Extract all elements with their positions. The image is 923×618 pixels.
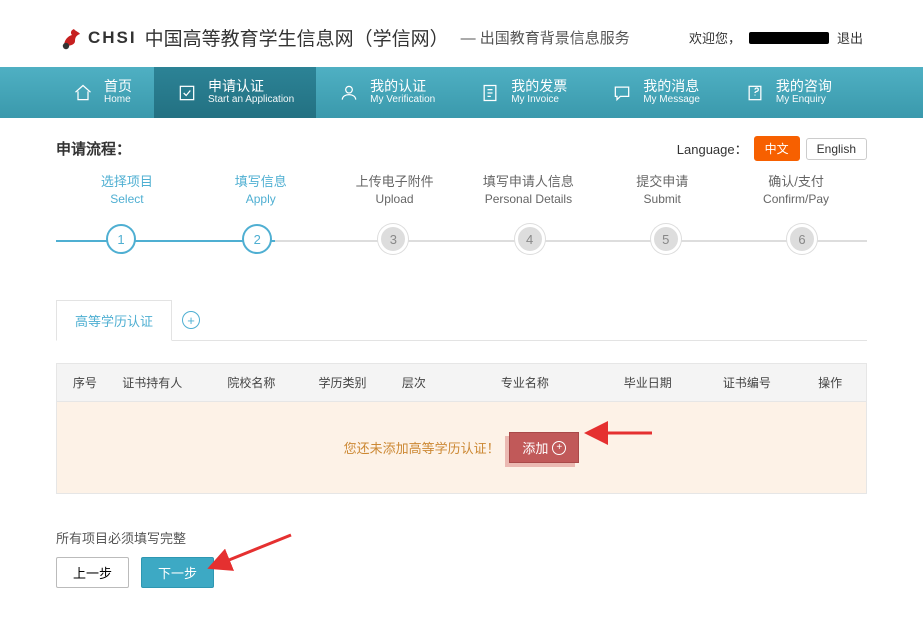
message-icon	[611, 82, 633, 104]
col-school: 院校名称	[200, 374, 303, 391]
step-3: 上传电子附件Upload	[328, 171, 462, 206]
flow-title: 申请流程：	[56, 138, 131, 159]
step-circle-3: 3	[378, 224, 408, 254]
bird-icon	[60, 26, 84, 50]
col-index: 序号	[65, 374, 105, 391]
table-body: 您还未添加高等学历认证！ 添加 +	[56, 402, 867, 494]
table-header: 序号 证书持有人 院校名称 学历类别 层次 专业名称 毕业日期 证书编号 操作	[56, 363, 867, 402]
nav-verification[interactable]: 我的认证My Verification	[316, 67, 457, 118]
col-graddate: 毕业日期	[604, 374, 691, 391]
step-circle-2: 2	[242, 224, 272, 254]
step-circle-1: 1	[106, 224, 136, 254]
col-certno: 证书编号	[691, 374, 802, 391]
invoice-icon	[479, 82, 501, 104]
col-level: 层次	[382, 374, 445, 391]
logo-text: CHSI	[88, 28, 137, 48]
col-holder: 证书持有人	[105, 374, 200, 391]
col-action: 操作	[802, 374, 858, 391]
nav-invoice[interactable]: 我的发票My Invoice	[457, 67, 589, 118]
step-circle-6: 6	[787, 224, 817, 254]
site-title: 中国高等教育学生信息网（学信网）	[145, 24, 449, 51]
tab-add-button[interactable]: +	[182, 311, 200, 329]
step-6: 确认/支付Confirm/Pay	[729, 171, 863, 206]
username-masked	[749, 32, 829, 44]
arrow-annotation-1	[597, 418, 657, 451]
home-icon	[72, 82, 94, 104]
add-record-button[interactable]: 添加 +	[509, 432, 579, 463]
verification-icon	[338, 82, 360, 104]
apply-icon	[176, 82, 198, 104]
lang-btn-en[interactable]: English	[806, 138, 867, 160]
nav-home[interactable]: 首页Home	[50, 67, 154, 118]
next-button[interactable]: 下一步	[141, 557, 214, 588]
nav-apply[interactable]: 申请认证Start an Application	[154, 67, 316, 118]
step-circle-4: 4	[515, 224, 545, 254]
logout-link[interactable]: 退出	[837, 28, 863, 47]
nav-message[interactable]: 我的消息My Message	[589, 67, 722, 118]
form-hint: 所有项目必须填写完整	[56, 528, 867, 547]
site-subtitle: — 出国教育背景信息服务	[461, 27, 630, 48]
welcome-text: 欢迎您，	[689, 28, 741, 47]
step-2: 填写信息Apply	[194, 171, 328, 206]
nav-enquiry[interactable]: 我的咨询My Enquiry	[722, 67, 854, 118]
empty-message: 您还未添加高等学历认证！	[344, 441, 500, 456]
step-circle-5: 5	[651, 224, 681, 254]
step-1: 选择项目Select	[60, 171, 194, 206]
plus-icon: +	[552, 441, 566, 455]
main-nav: 首页Home 申请认证Start an Application 我的认证My V…	[0, 67, 923, 118]
language-label: Language：	[677, 139, 748, 158]
step-5: 提交申请Submit	[595, 171, 729, 206]
site-logo[interactable]: CHSI	[60, 26, 137, 50]
prev-button[interactable]: 上一步	[56, 557, 129, 588]
enquiry-icon	[744, 82, 766, 104]
col-edutype: 学历类别	[303, 374, 382, 391]
col-major: 专业名称	[446, 374, 605, 391]
tab-education-verification[interactable]: 高等学历认证	[56, 300, 172, 341]
step-4: 填写申请人信息Personal Details	[461, 171, 595, 206]
lang-btn-cn[interactable]: 中文	[754, 136, 800, 161]
